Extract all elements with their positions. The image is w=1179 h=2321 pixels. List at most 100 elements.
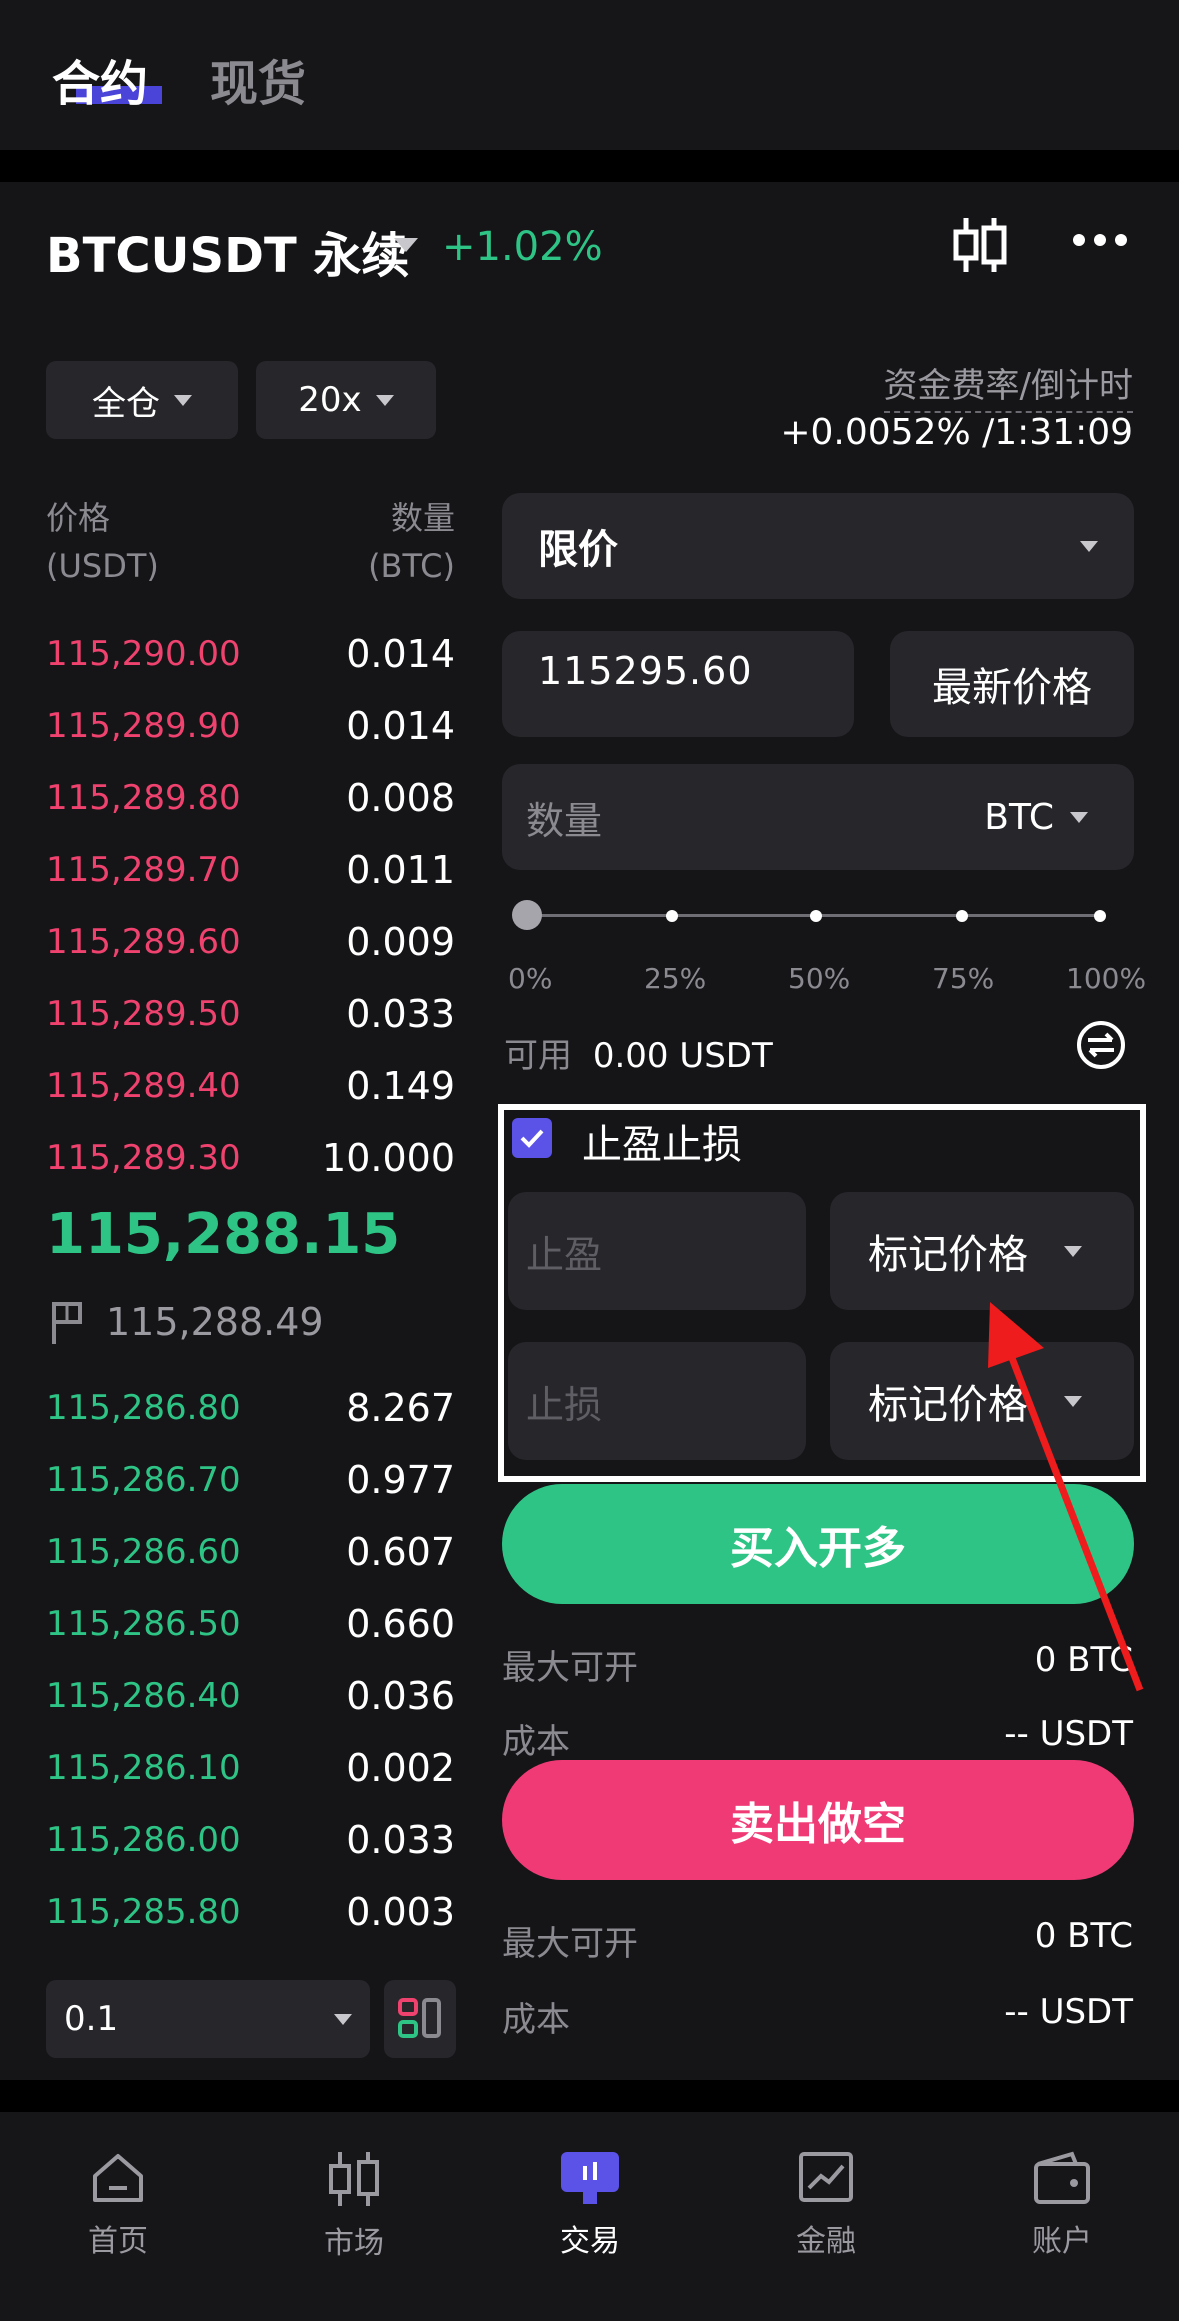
stop-loss-placeholder: 止损 bbox=[526, 1382, 603, 1427]
bid-qty: 0.977 bbox=[346, 1458, 455, 1502]
price-input-value: 115295.60 bbox=[538, 649, 753, 693]
leverage-select[interactable]: 20x bbox=[256, 361, 436, 439]
buy-cost-label: 成本 bbox=[502, 1722, 570, 1762]
nav-finance[interactable]: 金融 bbox=[746, 2150, 906, 2260]
home-icon bbox=[93, 2154, 143, 2202]
buy-max-label: 最大可开 bbox=[502, 1648, 638, 1688]
ask-price[interactable]: 115,289.80 bbox=[46, 778, 241, 818]
bid-price[interactable]: 115,285.80 bbox=[46, 1892, 241, 1932]
slider-mark: 25% bbox=[644, 962, 707, 995]
ask-price[interactable]: 115,289.30 bbox=[46, 1138, 241, 1178]
tab-futures[interactable]: 合约 bbox=[52, 44, 148, 114]
bid-price[interactable]: 115,286.80 bbox=[46, 1388, 241, 1428]
sell-cost-value: -- USDT bbox=[1004, 1992, 1133, 2032]
margin-mode-select[interactable]: 全仓 bbox=[46, 361, 238, 439]
orderbook-layout-button[interactable] bbox=[384, 1980, 456, 2058]
trade-icon bbox=[561, 2152, 619, 2204]
ask-price[interactable]: 115,289.90 bbox=[46, 706, 241, 746]
stop-loss-input[interactable]: 止损 bbox=[508, 1342, 806, 1460]
ask-price[interactable]: 115,289.60 bbox=[46, 922, 241, 962]
tpsl-label[interactable]: 止盈止损 bbox=[582, 1112, 742, 1170]
candlestick-icon bbox=[329, 2152, 379, 2206]
ask-qty: 0.033 bbox=[346, 992, 455, 1036]
tab-spot[interactable]: 现货 bbox=[210, 44, 306, 114]
tpsl-checkbox[interactable] bbox=[512, 1118, 552, 1158]
ask-price[interactable]: 115,289.50 bbox=[46, 994, 241, 1034]
mark-price: 115,288.49 bbox=[106, 1300, 324, 1344]
quantity-unit-label: BTC bbox=[984, 796, 1054, 838]
nav-label: 交易 bbox=[560, 2224, 620, 2259]
depth-step-value: 0.1 bbox=[64, 1999, 119, 2039]
ask-price[interactable]: 115,290.00 bbox=[46, 634, 241, 674]
ask-qty: 0.149 bbox=[346, 1064, 455, 1108]
leverage-label: 20x bbox=[298, 380, 362, 420]
bid-qty: 0.607 bbox=[346, 1530, 455, 1574]
orderbook-qty-header: 数量 (BTC) bbox=[368, 494, 455, 590]
orderbook-layout-icon bbox=[398, 1998, 441, 2038]
candlestick-icon[interactable] bbox=[950, 214, 1010, 280]
depth-step-select[interactable]: 0.1 bbox=[46, 1980, 370, 2058]
bid-qty: 0.003 bbox=[346, 1890, 455, 1934]
slider-stop[interactable] bbox=[956, 910, 968, 922]
chevron-down-icon bbox=[1080, 540, 1098, 552]
top-tab-bar bbox=[0, 0, 1179, 150]
instrument-symbol[interactable]: BTCUSDT 永续 bbox=[46, 216, 409, 286]
buy-cost-value: -- USDT bbox=[1004, 1714, 1133, 1754]
more-icon[interactable] bbox=[1072, 232, 1128, 251]
price-header-unit: (USDT) bbox=[46, 547, 159, 585]
slider-handle[interactable] bbox=[512, 900, 542, 930]
bid-price[interactable]: 115,286.10 bbox=[46, 1748, 241, 1788]
ask-qty: 0.011 bbox=[346, 848, 455, 892]
bid-qty: 8.267 bbox=[346, 1386, 455, 1430]
quantity-unit-select[interactable]: BTC bbox=[984, 797, 1088, 838]
transfer-icon[interactable] bbox=[1076, 1020, 1126, 1074]
bid-price[interactable]: 115,286.70 bbox=[46, 1460, 241, 1500]
orderbook-price-header: 价格 (USDT) bbox=[46, 494, 159, 590]
nav-trade[interactable]: 交易 bbox=[510, 2150, 670, 2260]
bid-qty: 0.660 bbox=[346, 1602, 455, 1646]
check-icon bbox=[520, 1129, 544, 1148]
wallet-icon bbox=[1034, 2151, 1090, 2204]
slider-mark: 0% bbox=[508, 962, 553, 995]
bid-price[interactable]: 115,286.50 bbox=[46, 1604, 241, 1644]
funding-rate-label[interactable]: 资金费率/倒计时 bbox=[883, 358, 1133, 413]
take-profit-input[interactable]: 止盈 bbox=[508, 1192, 806, 1310]
annotation-arrow bbox=[988, 1302, 1144, 1692]
available-value: 0.00 USDT bbox=[592, 1036, 773, 1076]
slider-stop[interactable] bbox=[1094, 910, 1106, 922]
sell-short-button[interactable]: 卖出做空 bbox=[502, 1760, 1134, 1880]
take-profit-placeholder: 止盈 bbox=[526, 1232, 603, 1277]
nav-account[interactable]: 账户 bbox=[982, 2150, 1142, 2260]
ask-price[interactable]: 115,289.40 bbox=[46, 1066, 241, 1106]
slider-stop[interactable] bbox=[810, 910, 822, 922]
bid-price[interactable]: 115,286.00 bbox=[46, 1820, 241, 1860]
chevron-down-icon bbox=[375, 394, 394, 406]
slider-stop[interactable] bbox=[666, 910, 678, 922]
qty-header-unit: (BTC) bbox=[368, 547, 455, 585]
slider-mark: 75% bbox=[932, 962, 995, 995]
nav-market[interactable]: 市场 bbox=[274, 2150, 434, 2262]
quantity-placeholder: 数量 bbox=[526, 798, 603, 843]
bid-price[interactable]: 115,286.60 bbox=[46, 1532, 241, 1572]
margin-mode-label: 全仓 bbox=[92, 383, 160, 424]
order-type-label: 限价 bbox=[538, 527, 618, 573]
flag-icon bbox=[50, 1300, 84, 1350]
funding-rate-value: +0.0052% /1:31:09 bbox=[780, 412, 1133, 453]
nav-home[interactable]: 首页 bbox=[38, 2150, 198, 2260]
instrument-dropdown-icon[interactable] bbox=[394, 238, 418, 252]
bid-price[interactable]: 115,286.40 bbox=[46, 1676, 241, 1716]
price-header-label: 价格 bbox=[46, 499, 111, 537]
price-input[interactable]: 115295.60 bbox=[502, 631, 854, 737]
quantity-input[interactable]: 数量 BTC bbox=[502, 764, 1134, 870]
qty-header-label: 数量 bbox=[390, 499, 455, 537]
sell-max-label: 最大可开 bbox=[502, 1924, 638, 1964]
bid-qty: 0.002 bbox=[346, 1746, 455, 1790]
ask-price[interactable]: 115,289.70 bbox=[46, 850, 241, 890]
chevron-down-icon bbox=[1070, 811, 1088, 823]
order-type-select[interactable]: 限价 bbox=[502, 493, 1134, 599]
bid-qty: 0.033 bbox=[346, 1818, 455, 1862]
nav-label: 金融 bbox=[796, 2224, 856, 2259]
bid-qty: 0.036 bbox=[346, 1674, 455, 1718]
available-balance: 可用 0.00 USDT bbox=[504, 1028, 773, 1077]
latest-price-button[interactable]: 最新价格 bbox=[890, 631, 1134, 737]
